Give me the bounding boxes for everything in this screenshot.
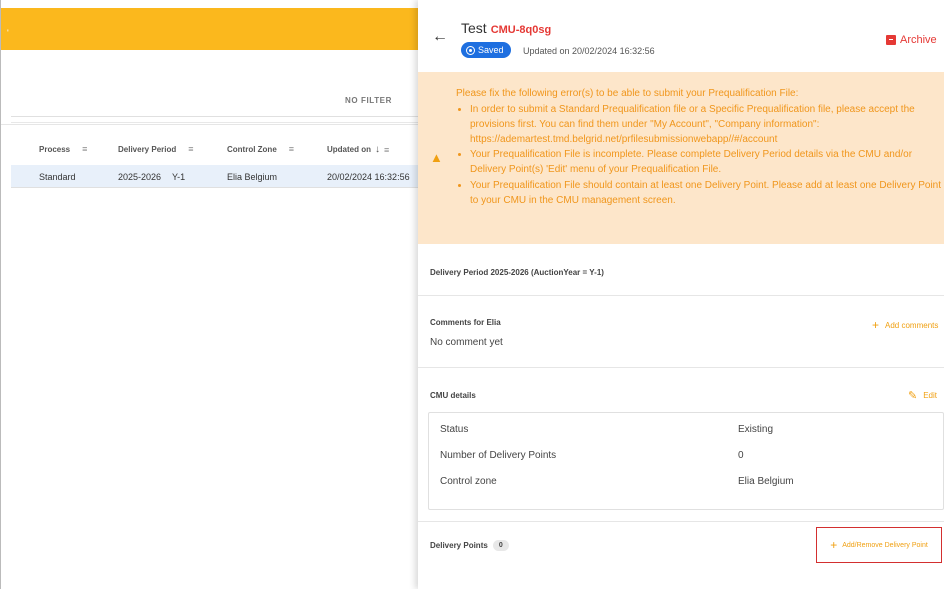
cmu-id: CMU-8q0sg <box>490 24 552 36</box>
warning-icon: ▲ <box>430 150 443 165</box>
comments-title: Comments for Elia <box>430 318 501 327</box>
details-label: Status <box>440 424 469 435</box>
saved-label: Saved <box>478 45 504 55</box>
delivery-period-title: Delivery Period 2025-2026 (AuctionYear =… <box>430 268 604 277</box>
cmu-name: Test <box>461 20 487 36</box>
column-updated-on[interactable]: Updated on ↓ ≡ <box>327 144 393 155</box>
cmu-details-title: CMU details <box>430 391 476 400</box>
pencil-icon: ✎ <box>908 390 918 402</box>
panel-title: Test CMU-8q0sg <box>461 20 551 36</box>
filter-icon[interactable]: ≡ <box>384 145 393 155</box>
column-label: Updated on <box>327 145 371 154</box>
cell-auction-year: Y-1 <box>172 172 186 182</box>
error-list: In order to submit a Standard Prequalifi… <box>458 103 944 210</box>
plus-icon: + <box>830 538 838 552</box>
error-heading: Please fix the following error(s) to be … <box>456 88 799 99</box>
delivery-points-label: Delivery Points <box>430 541 488 550</box>
details-value: Existing <box>738 424 774 435</box>
table-header: Process ≡ Delivery Period ≡ Control Zone… <box>1 130 419 164</box>
saved-icon <box>466 45 475 55</box>
add-comments-button[interactable]: + Add comments <box>872 318 938 332</box>
saved-badge: Saved <box>461 42 511 58</box>
table-row[interactable]: Standard 2025-2026 Y-1 Elia Belgium 20/0… <box>11 165 419 187</box>
cmu-details-box: Status Existing Number of Delivery Point… <box>428 412 944 510</box>
background-list-pane: ' NO FILTER Process ≡ Delivery Period ≡ … <box>0 0 419 589</box>
cell-updated-on: 20/02/2024 16:32:56 <box>327 172 410 182</box>
add-comments-label: Add comments <box>885 320 939 330</box>
error-item: Your Prequalification File is incomplete… <box>470 148 944 178</box>
add-remove-label: Add/Remove Delivery Point <box>842 541 928 549</box>
divider <box>11 187 418 188</box>
column-label: Control Zone <box>227 144 277 154</box>
archive-icon <box>886 35 896 45</box>
details-row-control-zone: Control zone Elia Belgium <box>429 476 943 496</box>
column-label: Delivery Period <box>118 144 177 154</box>
sort-down-icon[interactable]: ↓ <box>375 144 380 155</box>
updated-timestamp: Updated on 20/02/2024 16:32:56 <box>523 46 655 56</box>
error-item: In order to submit a Standard Prequalifi… <box>470 103 944 147</box>
no-filter-button[interactable]: NO FILTER <box>345 96 392 105</box>
comments-section <box>418 295 944 368</box>
details-label: Number of Delivery Points <box>440 450 557 461</box>
header-tick: ' <box>7 28 9 38</box>
add-remove-delivery-point-button[interactable]: + Add/Remove Delivery Point <box>816 527 942 563</box>
column-delivery-period[interactable]: Delivery Period ≡ <box>118 144 197 154</box>
details-value: Elia Belgium <box>738 476 794 487</box>
column-control-zone[interactable]: Control Zone ≡ <box>227 144 298 154</box>
header-bar: ' <box>1 8 419 50</box>
column-process[interactable]: Process ≡ <box>39 144 91 154</box>
cell-control-zone: Elia Belgium <box>227 172 278 182</box>
error-item: Your Prequalification File should contai… <box>470 179 944 209</box>
cell-process: Standard <box>39 172 76 182</box>
filter-icon[interactable]: ≡ <box>82 144 91 154</box>
cmu-detail-panel: ← Test CMU-8q0sg Saved Updated on 20/02/2… <box>418 0 944 589</box>
edit-button[interactable]: ✎ Edit <box>908 389 937 402</box>
details-label: Control zone <box>440 476 497 487</box>
column-label: Process <box>39 144 71 154</box>
details-row-delivery-points: Number of Delivery Points 0 <box>429 450 943 470</box>
cell-delivery-period: 2025-2026 <box>118 172 162 182</box>
divider <box>11 116 418 117</box>
details-value: 0 <box>738 450 744 461</box>
details-row-status: Status Existing <box>429 424 943 444</box>
back-arrow-icon[interactable]: ← <box>432 28 448 46</box>
delivery-points-count: 0 <box>492 540 509 551</box>
archive-label: Archive <box>900 34 937 46</box>
edit-label: Edit <box>923 391 938 400</box>
delivery-points-title: Delivery Points 0 <box>430 540 509 551</box>
no-comment-text: No comment yet <box>430 337 503 348</box>
divider <box>11 122 418 123</box>
filter-icon[interactable]: ≡ <box>188 144 197 154</box>
filter-icon[interactable]: ≡ <box>289 144 298 154</box>
plus-icon: + <box>872 318 880 332</box>
archive-button[interactable]: Archive <box>886 34 937 46</box>
